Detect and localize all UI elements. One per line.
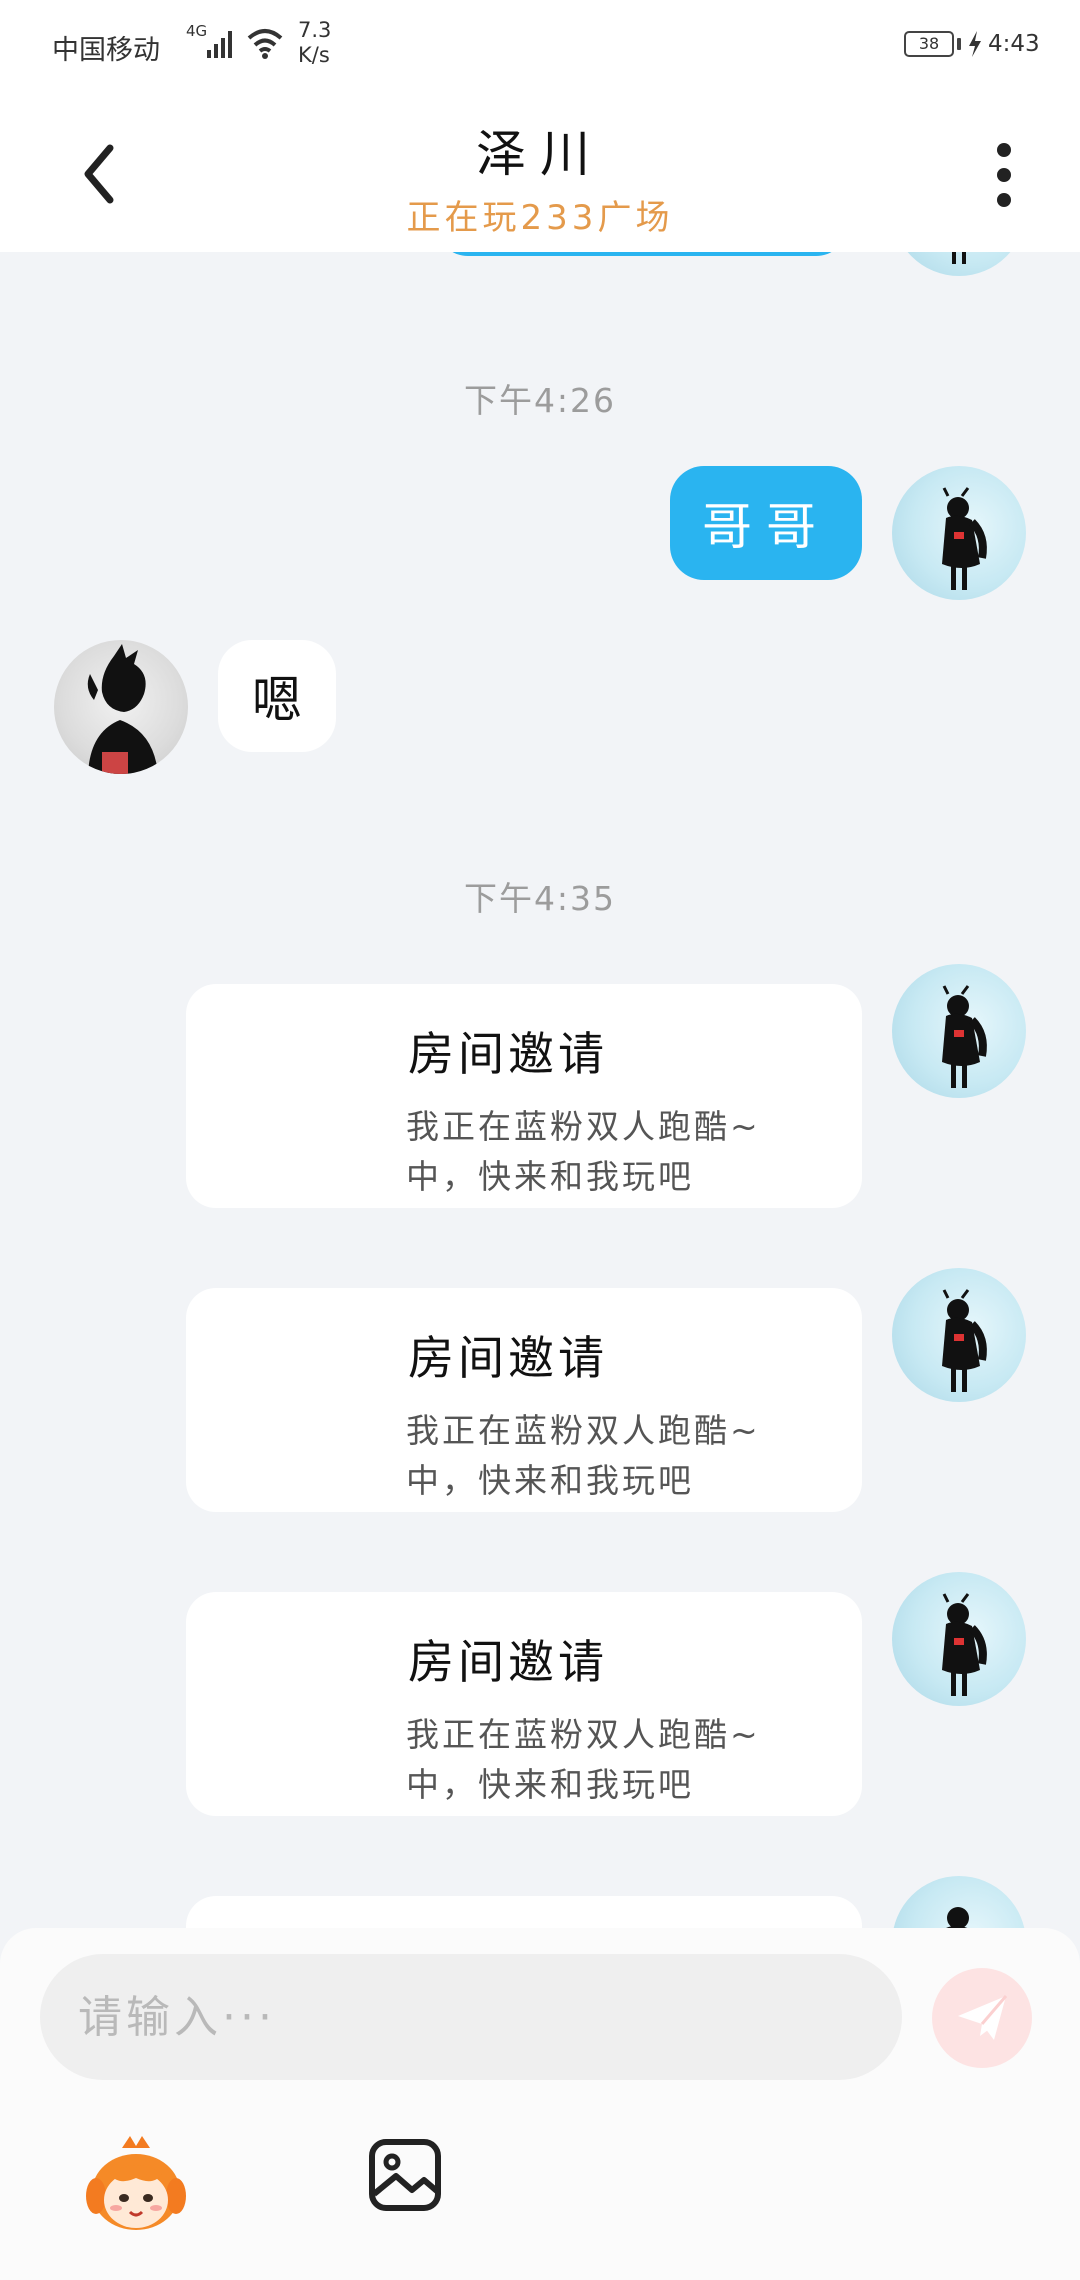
invite-description: 我正在蓝粉双人跑酷~中，快来和我玩吧 xyxy=(406,1411,761,1500)
invite-description: 我正在蓝粉双人跑酷~中，快来和我玩吧 xyxy=(406,1715,761,1804)
room-invite-card[interactable]: 房间邀请 我正在蓝粉双人跑酷~中，快来和我玩吧 xyxy=(186,1592,862,1816)
room-invite-card[interactable]: 房间邀请 我正在蓝粉双人跑酷~中，快来和我玩吧 xyxy=(186,1288,862,1512)
paper-plane-icon xyxy=(958,1995,1008,2040)
composer-panel xyxy=(0,1928,1080,2280)
network-speed: 7.3 K/s xyxy=(298,18,331,68)
message-text: 哥哥 xyxy=(702,498,830,556)
invite-title: 房间邀请 xyxy=(408,1331,608,1385)
more-options-button[interactable] xyxy=(985,135,1025,215)
room-invite-card[interactable] xyxy=(186,1896,862,1928)
signal-icon xyxy=(207,31,232,58)
speed-unit: K/s xyxy=(298,43,330,67)
invite-title: 房间邀请 xyxy=(408,1027,608,1081)
message-text: 嗯 xyxy=(252,671,302,729)
more-vertical-icon xyxy=(997,143,1011,157)
contact-name: 泽川 xyxy=(476,125,604,183)
avatar[interactable] xyxy=(892,1268,1026,1402)
timestamp: 下午4:35 xyxy=(463,879,617,918)
wifi-icon xyxy=(247,29,283,59)
battery-level: 38 xyxy=(918,34,940,53)
battery-icon: 38 xyxy=(904,31,954,57)
invite-title: 房间邀请 xyxy=(408,1635,608,1689)
message-input[interactable] xyxy=(40,1954,902,2080)
battery-tip xyxy=(957,38,961,50)
more-dot xyxy=(997,168,1011,182)
image-picker-button[interactable] xyxy=(368,2138,442,2212)
charging-icon xyxy=(969,31,981,57)
status-bar: 中国移动 4G 7.3 K/s 38 4:43 xyxy=(0,0,1080,90)
more-dot xyxy=(997,193,1011,207)
room-invite-card[interactable]: 房间邀请 我正在蓝粉双人跑酷~中，快来和我玩吧 xyxy=(186,984,862,1208)
avatar-figure xyxy=(942,985,987,1088)
contact-status: 正在玩233广场 xyxy=(406,198,674,238)
avatar[interactable] xyxy=(892,466,1026,600)
avatar-figure xyxy=(87,644,158,774)
image-icon xyxy=(369,2139,441,2211)
avatar[interactable] xyxy=(892,1876,1026,1928)
avatar[interactable] xyxy=(892,252,1026,276)
avatar-figure xyxy=(946,1907,969,1928)
mascot-icon xyxy=(86,2136,186,2230)
avatar-figure xyxy=(942,1289,987,1392)
avatar-figure xyxy=(942,487,987,590)
chat-header: 泽川 正在玩233广场 xyxy=(0,90,1080,252)
emoji-button[interactable] xyxy=(84,2134,188,2238)
chat-message-list[interactable]: 下午4:26 哥哥 嗯 下午4:35 房间邀请 我正在蓝粉双人跑酷~中，快来和我… xyxy=(0,252,1080,1928)
speed-value: 7.3 xyxy=(298,18,332,42)
received-message-bubble[interactable]: 嗯 xyxy=(218,640,336,752)
carrier-label: 中国移动 xyxy=(52,35,160,66)
avatar[interactable] xyxy=(892,964,1026,1098)
network-type: 4G xyxy=(186,22,208,40)
previous-message-bubble[interactable] xyxy=(436,252,848,256)
clock: 4:43 xyxy=(988,31,1040,57)
avatar[interactable] xyxy=(54,640,188,774)
sent-message-bubble[interactable]: 哥哥 xyxy=(670,466,862,580)
invite-description: 我正在蓝粉双人跑酷~中，快来和我玩吧 xyxy=(406,1107,761,1196)
timestamp: 下午4:26 xyxy=(463,381,617,420)
send-button[interactable] xyxy=(932,1968,1032,2068)
avatar[interactable] xyxy=(892,1572,1026,1706)
avatar-figure xyxy=(942,1593,987,1696)
